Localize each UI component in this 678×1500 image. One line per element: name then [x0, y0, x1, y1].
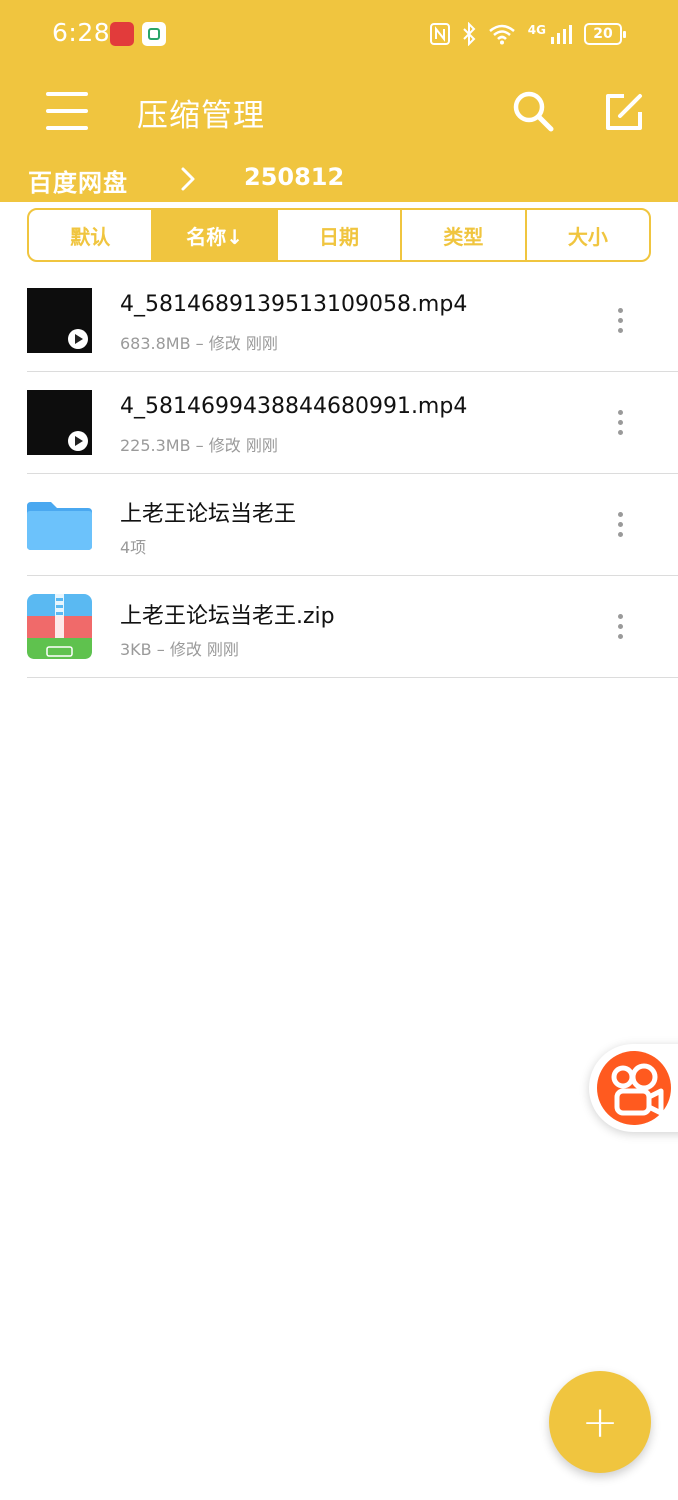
breadcrumb-current[interactable]: 250812 [244, 163, 344, 191]
file-name: 4_5814689139513109058.mp4 [120, 292, 468, 317]
more-icon[interactable] [608, 308, 632, 334]
breadcrumb: 百度网盘 250812 [0, 158, 678, 202]
sort-tab-date[interactable]: 日期 [278, 210, 403, 260]
video-thumbnail [27, 390, 92, 455]
sort-tab-name[interactable]: 名称↓ [153, 210, 278, 260]
notification-app-icon [110, 22, 134, 46]
edit-icon[interactable] [602, 90, 646, 134]
chevron-right-icon [181, 167, 195, 191]
file-meta: 683.8MB – 修改 刚刚 [120, 334, 278, 353]
more-icon[interactable] [608, 410, 632, 436]
list-item[interactable]: 上老王论坛当老王.zip 3KB – 修改 刚刚 [0, 576, 678, 678]
file-meta: 4项 [120, 538, 147, 557]
file-name: 4_5814699438844680991.mp4 [120, 394, 468, 419]
status-time: 6:28 [52, 18, 111, 47]
home-app-icon [142, 22, 166, 46]
file-name: 上老王论坛当老王 [120, 502, 297, 527]
play-icon [68, 431, 88, 451]
file-list: 4_5814689139513109058.mp4 683.8MB – 修改 刚… [0, 270, 678, 678]
status-indicators: 4G 20 [429, 20, 626, 48]
wifi-icon [488, 24, 515, 45]
list-item[interactable]: 上老王论坛当老王 4项 [0, 474, 678, 576]
nfc-icon [429, 23, 450, 45]
menu-icon[interactable] [46, 90, 90, 134]
folder-icon [27, 502, 92, 550]
play-icon [68, 329, 88, 349]
more-icon[interactable] [608, 614, 632, 640]
signal-icon [551, 25, 572, 44]
plus-icon: + [581, 1396, 619, 1448]
app-bar: 压缩管理 [0, 70, 678, 154]
status-bar: 6:28 4G 20 [0, 0, 678, 70]
search-icon[interactable] [510, 88, 556, 134]
battery-level: 20 [593, 26, 613, 42]
list-item[interactable]: 4_5814689139513109058.mp4 683.8MB – 修改 刚… [0, 270, 678, 372]
network-type-label: 4G [527, 23, 546, 37]
bluetooth-icon [463, 22, 476, 46]
battery-icon: 20 [584, 23, 626, 45]
divider [27, 676, 678, 678]
sort-tab-type[interactable]: 类型 [402, 210, 527, 260]
file-meta: 3KB – 修改 刚刚 [120, 640, 239, 659]
sort-tab-default[interactable]: 默认 [29, 210, 154, 260]
floating-app-bubble[interactable] [589, 1044, 678, 1132]
add-button[interactable]: + [549, 1371, 651, 1473]
kuaishou-icon [597, 1051, 671, 1125]
zip-archive-icon [27, 594, 92, 659]
sort-tab-size[interactable]: 大小 [527, 210, 649, 260]
video-thumbnail [27, 288, 92, 353]
page-title: 压缩管理 [137, 98, 265, 134]
more-icon[interactable] [608, 512, 632, 538]
header: 6:28 4G 20 压缩管理 百度网盘 250812 [0, 0, 678, 202]
list-item[interactable]: 4_5814699438844680991.mp4 225.3MB – 修改 刚… [0, 372, 678, 474]
sort-tabs: 默认 名称↓ 日期 类型 大小 [27, 208, 651, 262]
breadcrumb-root[interactable]: 百度网盘 [28, 163, 128, 198]
file-meta: 225.3MB – 修改 刚刚 [120, 436, 278, 455]
file-name: 上老王论坛当老王.zip [120, 604, 335, 629]
